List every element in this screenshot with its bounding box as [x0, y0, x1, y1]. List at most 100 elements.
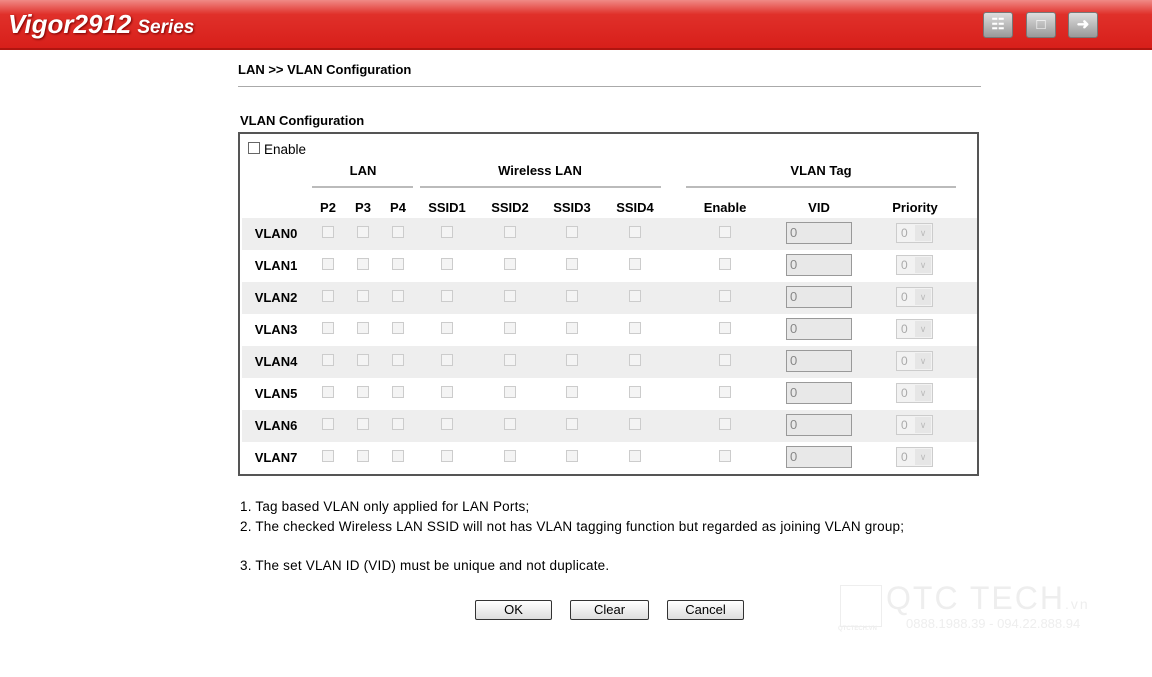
checkbox-p4[interactable] — [392, 226, 404, 238]
checkbox-enable[interactable] — [719, 226, 731, 238]
checkbox-p4[interactable] — [392, 354, 404, 366]
checkbox-ssid4[interactable] — [629, 450, 641, 462]
checkbox-p2[interactable] — [322, 418, 334, 430]
priority-value: 0 — [901, 418, 908, 432]
checkbox-ssid2[interactable] — [504, 290, 516, 302]
priority-value: 0 — [901, 322, 908, 336]
checkbox-enable[interactable] — [719, 258, 731, 270]
priority-select[interactable]: 0 ∨ — [896, 223, 933, 243]
vid-input[interactable]: 0 — [786, 414, 852, 436]
checkbox-p3[interactable] — [357, 290, 369, 302]
checkbox-ssid3[interactable] — [566, 226, 578, 238]
checkbox-p4[interactable] — [392, 290, 404, 302]
checkbox-ssid1[interactable] — [441, 290, 453, 302]
priority-select[interactable]: 0 ∨ — [896, 287, 933, 307]
checkbox-enable[interactable] — [719, 354, 731, 366]
checkbox-ssid2[interactable] — [504, 450, 516, 462]
priority-value: 0 — [901, 290, 908, 304]
priority-select[interactable]: 0 ∨ — [896, 255, 933, 275]
save-icon[interactable]: □ — [1026, 12, 1056, 38]
checkbox-p3[interactable] — [357, 354, 369, 366]
priority-select[interactable]: 0 ∨ — [896, 319, 933, 339]
chevron-down-icon: ∨ — [915, 353, 931, 369]
priority-select[interactable]: 0 ∨ — [896, 383, 933, 403]
priority-value: 0 — [901, 226, 908, 240]
checkbox-ssid4[interactable] — [629, 322, 641, 334]
equalizer-icon[interactable]: ☷ — [983, 12, 1013, 38]
checkbox-enable[interactable] — [719, 386, 731, 398]
checkbox-ssid1[interactable] — [441, 450, 453, 462]
checkbox-enable[interactable] — [719, 290, 731, 302]
checkbox-ssid1[interactable] — [441, 226, 453, 238]
checkbox-p4[interactable] — [392, 418, 404, 430]
checkbox-ssid3[interactable] — [566, 322, 578, 334]
logout-icon[interactable]: ➜ — [1068, 12, 1098, 38]
checkbox-p4[interactable] — [392, 386, 404, 398]
checkbox-ssid4[interactable] — [629, 290, 641, 302]
checkbox-ssid2[interactable] — [504, 258, 516, 270]
vid-input[interactable]: 0 — [786, 254, 852, 276]
checkbox-ssid2[interactable] — [504, 386, 516, 398]
checkbox-p2[interactable] — [322, 226, 334, 238]
vid-input[interactable]: 0 — [786, 382, 852, 404]
checkbox-p3[interactable] — [357, 226, 369, 238]
priority-select[interactable]: 0 ∨ — [896, 447, 933, 467]
checkbox-ssid3[interactable] — [566, 354, 578, 366]
checkbox-p2[interactable] — [322, 354, 334, 366]
vid-input[interactable]: 0 — [786, 222, 852, 244]
checkbox-ssid3[interactable] — [566, 450, 578, 462]
checkbox-p3[interactable] — [357, 386, 369, 398]
vid-input[interactable]: 0 — [786, 350, 852, 372]
checkbox-p4[interactable] — [392, 258, 404, 270]
checkbox-ssid2[interactable] — [504, 322, 516, 334]
checkbox-p4[interactable] — [392, 322, 404, 334]
checkbox-ssid2[interactable] — [504, 226, 516, 238]
divider — [686, 186, 956, 188]
clear-button[interactable]: Clear — [570, 600, 649, 620]
vid-input[interactable]: 0 — [786, 446, 852, 468]
checkbox-ssid2[interactable] — [504, 418, 516, 430]
checkbox-ssid4[interactable] — [629, 354, 641, 366]
checkbox-p4[interactable] — [392, 450, 404, 462]
priority-select[interactable]: 0 ∨ — [896, 415, 933, 435]
checkbox-ssid1[interactable] — [441, 386, 453, 398]
cancel-button[interactable]: Cancel — [667, 600, 744, 620]
row-stripe — [242, 282, 977, 314]
checkbox-ssid2[interactable] — [504, 354, 516, 366]
checkbox-ssid3[interactable] — [566, 258, 578, 270]
chevron-down-icon: ∨ — [915, 417, 931, 433]
checkbox-enable[interactable] — [719, 322, 731, 334]
checkbox-p2[interactable] — [322, 258, 334, 270]
priority-value: 0 — [901, 354, 908, 368]
column-header-vid: VID — [808, 200, 830, 215]
checkbox-ssid3[interactable] — [566, 386, 578, 398]
vid-input[interactable]: 0 — [786, 286, 852, 308]
checkbox-ssid3[interactable] — [566, 418, 578, 430]
priority-value: 0 — [901, 386, 908, 400]
checkbox-ssid1[interactable] — [441, 258, 453, 270]
checkbox-p3[interactable] — [357, 450, 369, 462]
checkbox-ssid4[interactable] — [629, 226, 641, 238]
vid-input[interactable]: 0 — [786, 318, 852, 340]
ok-button[interactable]: OK — [475, 600, 552, 620]
checkbox-enable[interactable] — [719, 418, 731, 430]
checkbox-p2[interactable] — [322, 386, 334, 398]
checkbox-ssid4[interactable] — [629, 258, 641, 270]
checkbox-p3[interactable] — [357, 418, 369, 430]
checkbox-p3[interactable] — [357, 258, 369, 270]
enable-checkbox[interactable] — [248, 142, 260, 154]
checkbox-enable[interactable] — [719, 450, 731, 462]
checkbox-p2[interactable] — [322, 322, 334, 334]
checkbox-p3[interactable] — [357, 322, 369, 334]
checkbox-ssid1[interactable] — [441, 322, 453, 334]
priority-select[interactable]: 0 ∨ — [896, 351, 933, 371]
checkbox-p2[interactable] — [322, 290, 334, 302]
checkbox-ssid3[interactable] — [566, 290, 578, 302]
checkbox-p2[interactable] — [322, 450, 334, 462]
checkbox-ssid4[interactable] — [629, 418, 641, 430]
chevron-down-icon: ∨ — [915, 321, 931, 337]
enable-label: Enable — [264, 142, 307, 157]
checkbox-ssid1[interactable] — [441, 354, 453, 366]
checkbox-ssid4[interactable] — [629, 386, 641, 398]
checkbox-ssid1[interactable] — [441, 418, 453, 430]
